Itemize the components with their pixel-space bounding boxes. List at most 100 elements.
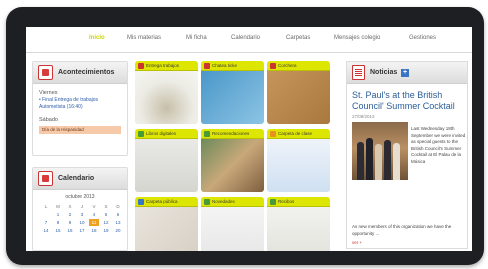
tile-label: Recomendaciones	[212, 131, 250, 136]
calendar-day	[41, 211, 51, 218]
tablet-bezel: Inicio Mis materias Mi ficha Calendario …	[6, 7, 484, 265]
nav-item-calendario[interactable]: Calendario	[231, 35, 260, 41]
calendar-weekday: L	[44, 204, 48, 209]
tile-label: Novedades	[212, 199, 235, 204]
tile-image	[201, 207, 264, 251]
photo-person	[366, 138, 373, 180]
nav-item-inicio[interactable]: Inicio	[89, 35, 105, 41]
calendar-weekday: M	[56, 204, 60, 209]
tile-libros-digitales[interactable]: Libros digitales	[135, 129, 198, 192]
calendar-day[interactable]: 11	[89, 219, 99, 226]
tile-novedades[interactable]: Novedades	[201, 197, 264, 251]
tile-image	[201, 139, 264, 192]
tile-header: Corchera	[267, 61, 330, 71]
tile-image	[267, 207, 330, 251]
calendar-day[interactable]: 19	[101, 227, 111, 234]
calendar-day[interactable]: 2	[65, 211, 75, 218]
tile-label: Entrega trabajos	[146, 63, 180, 68]
calendar-weekday: V	[92, 204, 96, 209]
tile-label: Libros digitales	[146, 131, 177, 136]
tile-header: Novedades	[201, 197, 264, 207]
receipt-icon	[270, 199, 276, 205]
tile-label: Recibos	[278, 199, 295, 204]
calendar-weekday: D	[116, 204, 120, 209]
tile-header: Entrega trabajos	[135, 61, 198, 71]
nav-item-mi-ficha[interactable]: Mi ficha	[186, 35, 207, 41]
star-icon	[204, 131, 210, 137]
news-photo[interactable]	[352, 122, 408, 180]
news-headline[interactable]: St. Paul's at the British Council' Summe…	[352, 90, 470, 112]
calendar-icon	[38, 171, 53, 186]
events-day-1: Viernes	[39, 90, 58, 96]
calendar-day[interactable]: 15	[53, 227, 63, 234]
folder-icon	[270, 131, 276, 137]
calendar-grid: L M X J V S D 1 2 3 4 5 6 7 8 9 10 11 12 13 14 15 16 17 18 19 20	[41, 203, 127, 234]
tile-recomendaciones[interactable]: Recomendaciones	[201, 129, 264, 192]
chat-icon	[204, 63, 210, 69]
calendar-day[interactable]: 18	[89, 227, 99, 234]
tile-header: Libros digitales	[135, 129, 198, 139]
events-panel-header: Acontecimientos	[33, 62, 127, 84]
tile-image	[135, 207, 198, 251]
tile-header: Carpeta pública	[135, 197, 198, 207]
calendar-day[interactable]: 20	[113, 227, 123, 234]
event-link-1-time[interactable]: Autometista (16:40)	[33, 104, 127, 111]
news-add-button[interactable]: +	[401, 69, 409, 77]
calendar-day[interactable]: 4	[89, 211, 99, 218]
calendar-weekday: J	[80, 204, 84, 209]
top-navigation: Inicio Mis materias Mi ficha Calendario …	[26, 27, 472, 53]
calendar-day[interactable]: 12	[101, 219, 111, 226]
news-header: Noticias +	[347, 62, 467, 84]
calendar-panel: Calendario octubre 2013 LMXJVSD123456789…	[32, 167, 128, 251]
calendar-day[interactable]: 7	[41, 219, 51, 226]
tile-header: Chatea ticke	[201, 61, 264, 71]
tile-image	[267, 71, 330, 124]
calendar-day[interactable]: 13	[113, 219, 123, 226]
tile-label: Chatea ticke	[212, 63, 238, 68]
new-icon	[204, 199, 210, 205]
tile-chatea-ticke[interactable]: Chatea ticke	[201, 61, 264, 124]
tile-label: Corchera	[278, 63, 297, 68]
tray-icon	[138, 63, 144, 69]
calendar-day[interactable]: 9	[65, 219, 75, 226]
calendar-day[interactable]: 10	[77, 219, 87, 226]
tile-header: Carpeta de clase	[267, 129, 330, 139]
tile-image	[135, 71, 198, 124]
pin-icon	[270, 63, 276, 69]
calendar-panel-header: Calendario	[33, 168, 127, 190]
news-more-link[interactable]: ver +	[352, 240, 362, 245]
news-body: Last Wednesday 18th September we were in…	[411, 126, 466, 164]
calendar-day[interactable]: 14	[41, 227, 51, 234]
nav-item-gestiones[interactable]: Gestiones	[409, 35, 436, 41]
calendar-day[interactable]: 6	[113, 211, 123, 218]
photo-person	[393, 143, 400, 180]
tile-carpeta-de-clase[interactable]: Carpeta de clase	[267, 129, 330, 192]
calendar-day[interactable]: 8	[53, 219, 63, 226]
news-title: Noticias	[370, 69, 398, 76]
app-screen: Inicio Mis materias Mi ficha Calendario …	[26, 27, 472, 251]
nav-item-carpetas[interactable]: Carpetas	[286, 35, 310, 41]
tile-carpeta-pública[interactable]: Carpeta pública	[135, 197, 198, 251]
nav-item-mis-materias[interactable]: Mis materias	[127, 35, 161, 41]
book-icon	[138, 131, 144, 137]
tile-image	[201, 71, 264, 124]
calendar-day[interactable]: 1	[53, 211, 63, 218]
calendar-day[interactable]: 17	[77, 227, 87, 234]
event-link-1[interactable]: • Final Entrega de trabajos	[33, 97, 127, 104]
tile-entrega-trabajos[interactable]: Entrega trabajos	[135, 61, 198, 124]
events-day-2: Sábado	[39, 117, 58, 123]
calendar-title: Calendario	[58, 175, 95, 182]
photo-person	[375, 144, 382, 180]
tile-corchera[interactable]: Corchera	[267, 61, 330, 124]
event-highlight[interactable]: Día de la Hispanidad	[39, 126, 121, 134]
nav-item-mensajes-colegio[interactable]: Mensajes colegio	[334, 35, 380, 41]
calendar-day[interactable]: 3	[77, 211, 87, 218]
tile-recibos[interactable]: Recibos	[267, 197, 330, 251]
calendar-day[interactable]: 16	[65, 227, 75, 234]
calendar-month: octubre 2013	[65, 194, 95, 200]
news-body-secondary: As new members of this organization we h…	[352, 224, 452, 236]
calendar-day[interactable]: 5	[101, 211, 111, 218]
news-panel: Noticias + St. Paul's at the British Cou…	[346, 61, 468, 249]
tile-image	[267, 139, 330, 192]
photo-person	[357, 142, 364, 180]
